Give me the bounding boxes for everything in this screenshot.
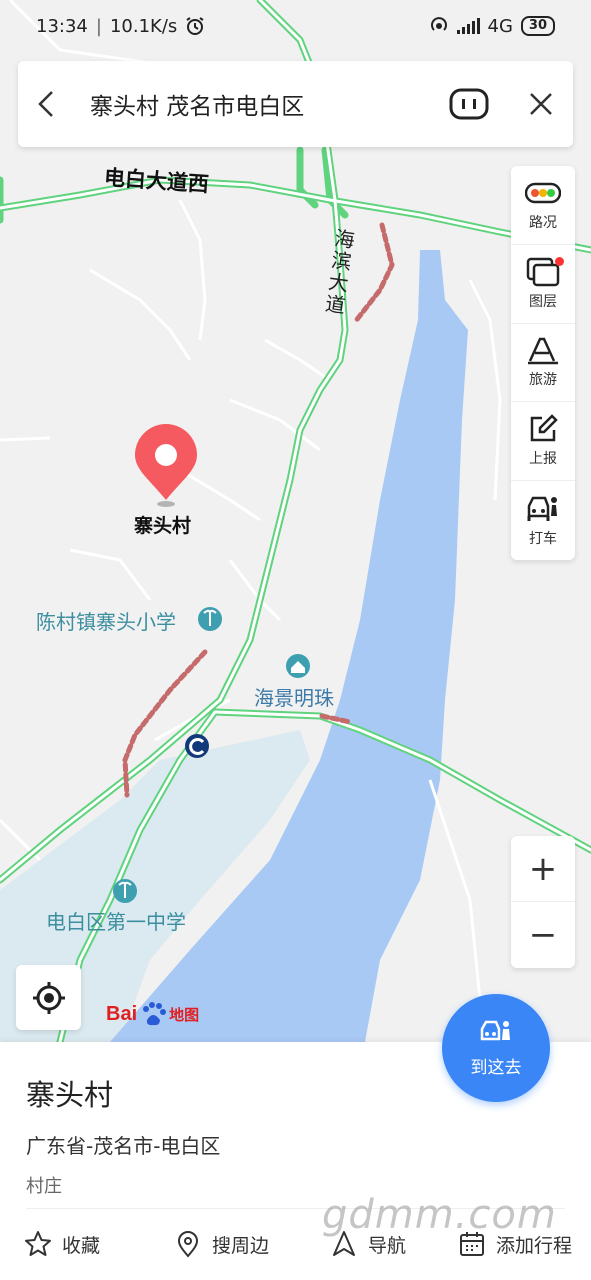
zoom-out-button[interactable]: − [511,902,575,968]
place-name: 寨头村 [26,1078,114,1112]
map-graphics [0,0,591,1042]
tool-travel[interactable]: 旅游 [511,324,575,403]
tool-report[interactable]: 上报 [511,402,575,482]
location-pin-icon [177,1231,199,1258]
search-title[interactable]: 寨头村 茂名市电白区 [90,87,449,121]
star-icon [25,1231,51,1256]
tool-label: 上报 [529,451,557,468]
hotspot-icon [430,17,447,31]
watermark: gdmm.com [322,1192,557,1238]
status-bar: 13:34 | 10.1K/s 4G 30 [0,0,591,52]
search-nearby-button[interactable]: 搜周边 [174,1230,269,1258]
place-address: 广东省-茂名市-电白区 [26,1134,221,1158]
voice-icon [449,88,489,120]
favorite-button[interactable]: 收藏 [24,1230,100,1258]
logo-text: Bai [106,1002,138,1025]
report-edit-icon [530,414,558,442]
place-category: 村庄 [26,1176,62,1197]
close-button[interactable] [527,90,555,118]
car-person-icon [480,1020,510,1040]
go-here-label: 到这去 [470,1057,522,1078]
map-tools-panel: 路况 图层 旅游 上报 打车 [511,166,575,560]
status-time: 13:34 [36,15,88,37]
travel-icon [528,338,558,365]
poi-label-primary-school[interactable]: 陈村镇寨头小学 [36,606,176,635]
tool-label: 打车 [529,530,557,547]
tool-label: 路况 [529,214,557,231]
back-button[interactable] [36,84,60,124]
locate-me-button[interactable] [16,965,81,1030]
search-bar: 寨头村 茂名市电白区 [18,61,573,147]
battery-indicator: 30 [520,16,555,36]
status-divider: | [95,15,102,37]
voice-button[interactable] [449,87,489,121]
status-speed: 10.1K/s [109,15,178,37]
crosshair-locate-icon [32,981,65,1014]
zoom-in-button[interactable]: + [511,836,575,902]
alarm-icon [186,17,204,35]
tool-taxi[interactable]: 打车 [511,481,575,560]
close-icon [530,93,552,115]
action-label: 收藏 [62,1234,101,1257]
tool-layers[interactable]: 图层 [511,245,575,324]
location-pin-marker [135,424,197,507]
back-arrow-icon [38,91,53,117]
tool-label: 图层 [529,293,557,310]
go-here-button[interactable]: 到这去 [442,994,550,1102]
taxi-icon [527,496,557,521]
poi-label-middle-school[interactable]: 电白区第一中学 [46,906,186,935]
notification-dot [555,256,564,266]
traffic-light-icon [525,182,561,204]
pin-label[interactable]: 寨头村 [134,511,191,538]
map-canvas[interactable]: 电白大道西 海滨大道 寨头村 陈村镇寨头小学 海景明珠 电白区第一中学 [0,0,591,1042]
tool-label: 旅游 [529,372,557,389]
zoom-controls: + − [511,836,575,968]
tool-traffic[interactable]: 路况 [511,166,575,245]
logo-text: 地图 [169,1005,200,1024]
poi-label-estate[interactable]: 海景明珠 [254,682,334,711]
network-type: 4G [487,15,513,37]
signal-icon [456,18,480,34]
paw-icon [143,1002,167,1026]
baidu-map-logo: Bai 地图 [106,1000,199,1028]
action-label: 搜周边 [212,1234,270,1257]
